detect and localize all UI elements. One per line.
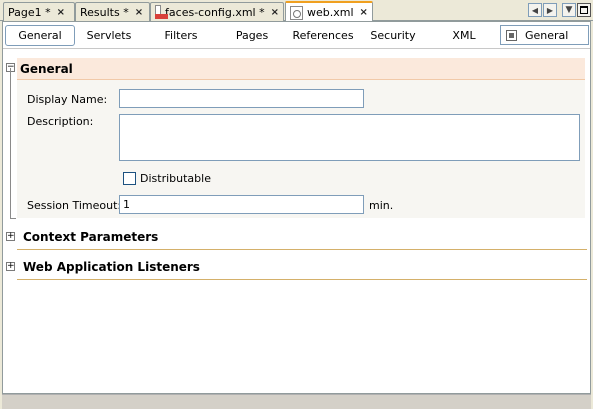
tab-security[interactable]: Security — [365, 25, 421, 46]
tab-navigation: ◀ ▶ ▼ — [528, 3, 591, 17]
tab-references[interactable]: References — [287, 25, 359, 46]
tab-general[interactable]: General — [5, 25, 75, 46]
chevron-left-icon: ◀ — [531, 5, 539, 15]
display-name-field[interactable] — [119, 89, 364, 108]
distributable-checkbox[interactable] — [123, 172, 136, 185]
scroll-right-button[interactable]: ▶ — [543, 3, 557, 17]
chevron-down-icon: ▼ — [565, 5, 573, 15]
view-select-value: General — [525, 28, 569, 42]
section-title[interactable]: Web Application Listeners — [23, 260, 200, 274]
expand-web-application-listeners-toggle[interactable]: + — [6, 262, 15, 271]
section-title[interactable]: Context Parameters — [23, 230, 158, 244]
section-tab-bar: General Servlets Filters Pages Reference… — [3, 22, 590, 49]
horizontal-scrollbar[interactable] — [2, 394, 591, 409]
scroll-left-button[interactable]: ◀ — [528, 3, 542, 17]
expand-context-parameters-toggle[interactable]: + — [6, 232, 15, 241]
description-label: Description: — [27, 115, 94, 128]
tab-results[interactable]: Results * × — [75, 2, 150, 21]
web-xml-editor: General Servlets Filters Pages Reference… — [2, 21, 591, 394]
view-select[interactable]: General — [500, 25, 589, 45]
tab-servlets[interactable]: Servlets — [77, 25, 141, 46]
web-application-listeners-section: + Web Application Listeners — [3, 256, 590, 280]
close-icon[interactable]: × — [57, 7, 65, 18]
section-title: General — [20, 61, 73, 76]
tab-xml[interactable]: XML — [441, 25, 487, 46]
tab-label: Page1 * — [8, 5, 51, 19]
tab-faces-config[interactable]: faces-config.xml * × — [150, 2, 284, 21]
close-icon[interactable]: × — [360, 7, 368, 18]
tab-pages[interactable]: Pages — [222, 25, 282, 46]
description-field[interactable] — [119, 114, 580, 161]
close-icon[interactable]: × — [135, 7, 143, 18]
maximize-button[interactable] — [577, 3, 591, 17]
session-timeout-field[interactable] — [119, 195, 364, 214]
close-icon[interactable]: × — [271, 7, 279, 18]
session-timeout-label: Session Timeout: — [27, 199, 122, 212]
tab-web-xml[interactable]: web.xml × — [285, 1, 373, 22]
display-name-label: Display Name: — [27, 93, 108, 106]
tab-page1[interactable]: Page1 * × — [3, 2, 75, 21]
chevron-right-icon: ▶ — [546, 5, 554, 15]
show-opened-documents-button[interactable]: ▼ — [562, 3, 576, 17]
distributable-label: Distributable — [140, 172, 211, 185]
general-section-header: General — [17, 58, 585, 80]
tab-filters[interactable]: Filters — [151, 25, 211, 46]
tree-line — [10, 68, 11, 219]
maximize-icon — [580, 6, 588, 14]
context-parameters-section: + Context Parameters — [3, 226, 590, 250]
divider — [17, 249, 587, 250]
editor-tab-bar: Page1 * × Results * × faces-config.xml *… — [0, 0, 593, 22]
tab-label: web.xml — [307, 6, 354, 19]
divider — [17, 279, 587, 280]
tree-line — [10, 218, 16, 219]
tab-label: Results * — [80, 5, 129, 19]
jsf-config-file-icon — [155, 5, 169, 19]
view-icon — [506, 29, 517, 41]
session-timeout-unit: min. — [369, 199, 394, 212]
tab-label: faces-config.xml * — [165, 5, 265, 19]
xml-file-icon — [290, 5, 303, 20]
